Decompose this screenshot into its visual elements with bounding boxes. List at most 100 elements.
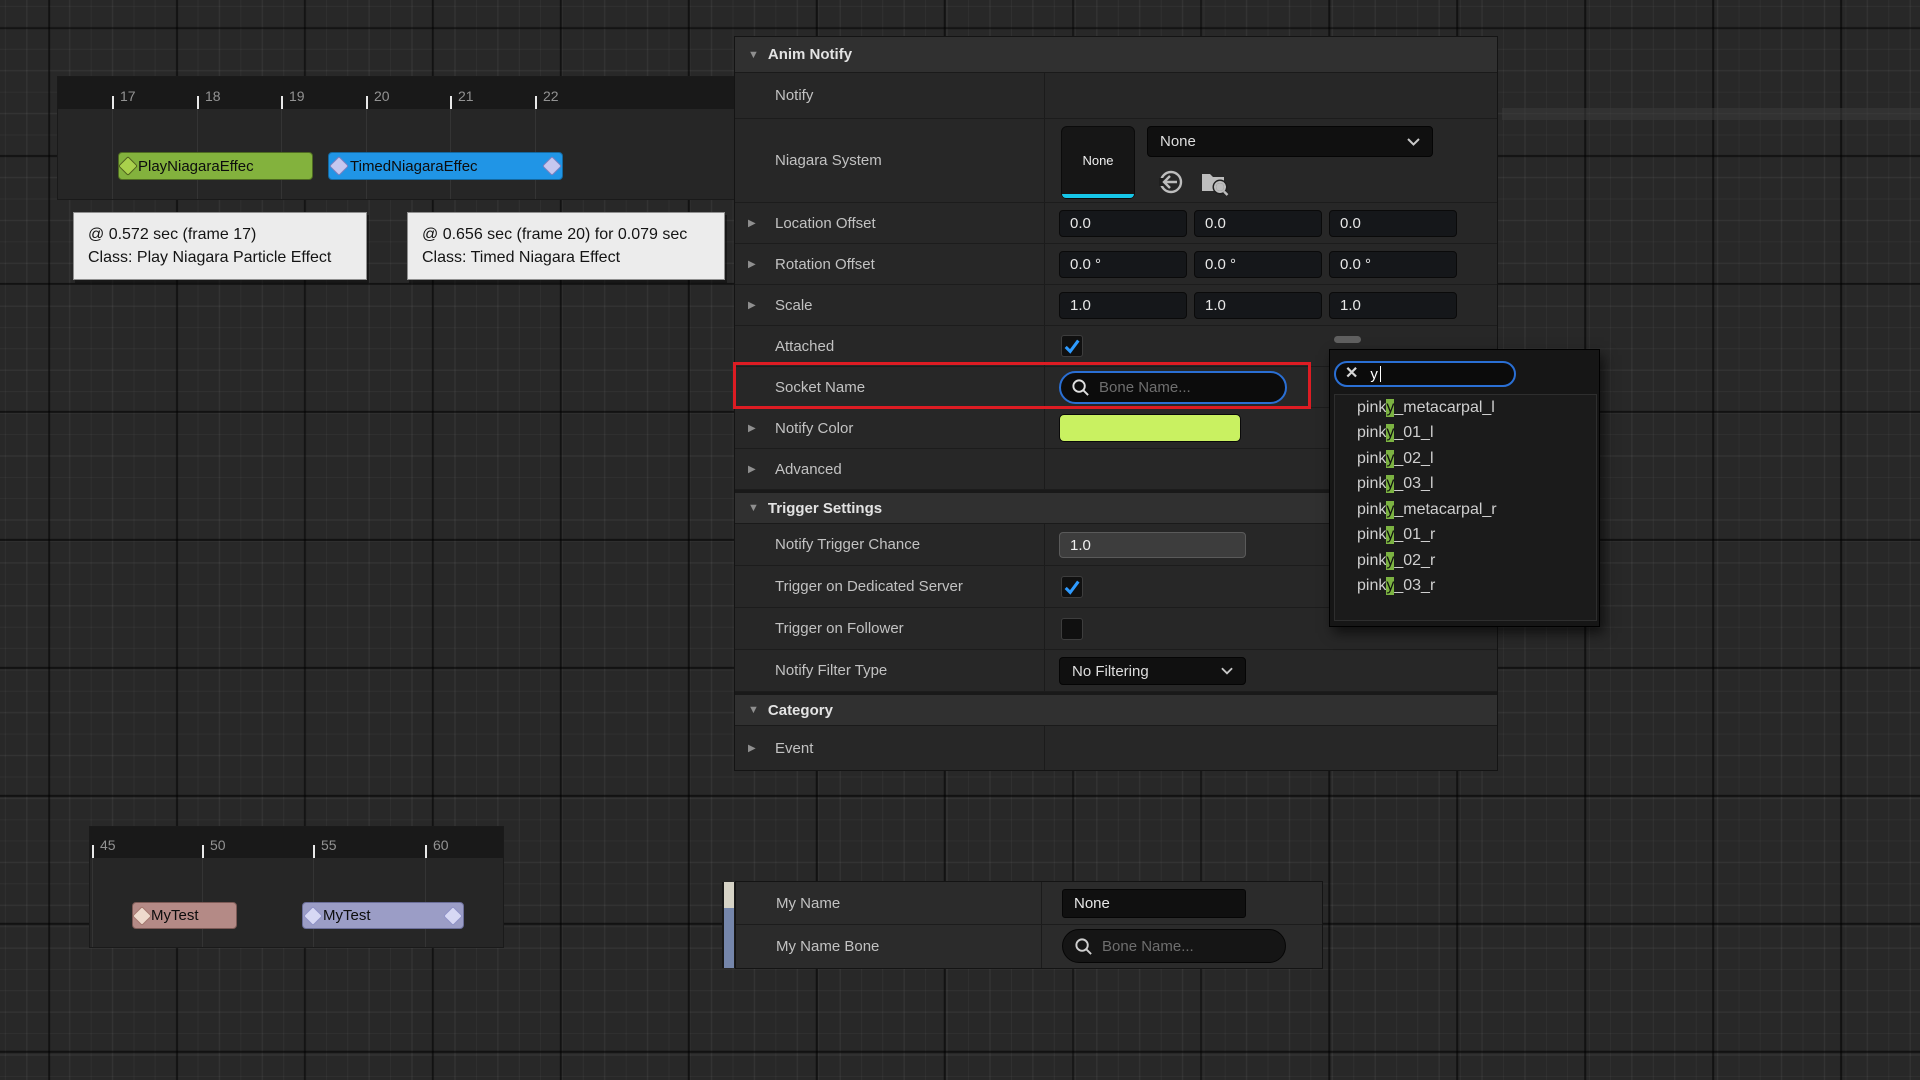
notify-timed-niagara[interactable]: TimedNiagaraEffec [328,152,563,180]
row-scale[interactable]: ▶ Scale 1.0 1.0 1.0 [735,285,1497,326]
row-label: Scale [775,297,813,314]
frame-label: 22 [543,88,559,104]
notify-color-swatch[interactable] [1059,414,1241,442]
rotation-x-field[interactable]: 0.0 ° [1059,251,1187,278]
notify-mytest-1[interactable]: MyTest [132,902,237,929]
bone-list-item[interactable]: pinky_metacarpal_r [1335,497,1596,523]
expander-icon[interactable]: ▶ [748,218,756,229]
frame-tick [202,845,204,858]
tooltip-class: Class: Timed Niagara Effect [422,246,710,269]
row-label: Notify Color [775,420,853,437]
row-label: Location Offset [775,215,876,232]
row-rotation-offset[interactable]: ▶ Rotation Offset 0.0 ° 0.0 ° 0.0 ° [735,244,1497,285]
row-notify-filter-type[interactable]: Notify Filter Type No Filtering [735,650,1497,692]
section-anim-notify[interactable]: ▼ Anim Notify [735,37,1497,73]
bone-list-item[interactable]: pinky_01_l [1335,421,1596,447]
my-name-field[interactable]: None [1062,889,1246,918]
bone-list-item[interactable]: pinky_02_l [1335,446,1596,472]
row-label: Event [775,740,813,757]
frame-label: 20 [374,88,390,104]
item-text: _03_l [1394,475,1433,493]
row-label: Notify Trigger Chance [775,536,920,553]
frame-tick [112,96,114,109]
frame-tick [281,96,283,109]
asset-type-color-bar [1062,194,1134,198]
row-niagara-system[interactable]: Niagara System None None [735,119,1497,203]
rotation-z-field[interactable]: 0.0 ° [1329,251,1457,278]
row-my-name-bone[interactable]: My Name Bone Bone Name... [736,925,1322,968]
expander-icon[interactable]: ▶ [748,464,756,475]
frame-label: 18 [205,88,221,104]
asset-thumbnail[interactable]: None [1061,126,1135,199]
niagara-asset-dropdown[interactable]: None [1147,126,1433,157]
bone-list[interactable]: pinky_metacarpal_l pinky_01_l pinky_02_l… [1334,394,1597,621]
location-x-field[interactable]: 0.0 [1059,210,1187,237]
row-notify[interactable]: Notify [735,73,1497,119]
dropdown-grip [1334,336,1361,343]
frame-label: 17 [120,88,136,104]
grid-line [112,109,113,199]
notify-handle-icon[interactable] [303,906,323,926]
frame-tick [313,845,315,858]
collapse-arrow-icon[interactable]: ▼ [748,502,759,514]
row-label: Niagara System [775,152,882,169]
notify-filter-type-dropdown[interactable]: No Filtering [1059,657,1246,685]
trigger-chance-field[interactable]: 1.0 [1059,532,1246,558]
notify-handle-icon[interactable] [329,156,349,176]
location-z-field[interactable]: 0.0 [1329,210,1457,237]
bone-list-item[interactable]: pinky_03_r [1335,574,1596,600]
dedicated-server-checkbox[interactable] [1061,576,1083,598]
row-label: My Name [776,895,840,912]
bone-search-input[interactable]: ✕ y [1334,361,1516,387]
bone-list-item[interactable]: pinky_03_l [1335,472,1596,498]
notify-handle-icon[interactable] [542,156,562,176]
scale-z-field[interactable]: 1.0 [1329,292,1457,319]
notify-track-top[interactable]: 17 18 19 20 21 22 PlayNiagaraEffec Timed… [58,77,737,199]
notify-track-bottom[interactable]: 45 50 55 60 MyTest MyTest [90,827,503,947]
notify-handle-icon[interactable] [443,906,463,926]
section-category[interactable]: ▼ Category [735,695,1497,726]
notify-handle-icon[interactable] [132,906,152,926]
bone-list-item[interactable]: pinky_02_r [1335,548,1596,574]
row-label: My Name Bone [776,938,879,955]
scale-y-field[interactable]: 1.0 [1194,292,1322,319]
location-y-field[interactable]: 0.0 [1194,210,1322,237]
scroll-indicator-bottom [724,908,734,968]
item-text: _metacarpal_r [1394,501,1496,519]
expander-icon[interactable]: ▶ [748,259,756,270]
item-text: pink [1357,450,1386,468]
attached-checkbox[interactable] [1061,335,1083,357]
notify-tooltip-play: @ 0.572 sec (frame 17) Class: Play Niaga… [73,212,367,280]
frame-ruler-top[interactable] [58,77,737,109]
expander-icon[interactable]: ▶ [748,423,756,434]
expander-icon[interactable]: ▶ [748,743,756,754]
row-event[interactable]: ▶ Event [735,726,1497,770]
item-text: _metacarpal_l [1394,399,1495,417]
browse-to-asset-button[interactable] [1199,168,1229,196]
my-name-bone-search-input[interactable]: Bone Name... [1062,929,1286,963]
row-my-name[interactable]: My Name None [736,882,1322,925]
notify-mytest-2[interactable]: MyTest [302,902,464,929]
selected-asset: None [1160,133,1196,150]
frame-label: 21 [458,88,474,104]
frame-tick [425,845,427,858]
background-panel-edge [1502,108,1920,120]
use-selected-asset-button[interactable] [1157,168,1185,196]
bone-list-item[interactable]: pinky_01_r [1335,523,1596,549]
bone-search-text: y [1370,366,1378,383]
scale-x-field[interactable]: 1.0 [1059,292,1187,319]
frame-label: 45 [100,837,116,853]
clear-search-icon[interactable]: ✕ [1345,366,1358,382]
collapse-arrow-icon[interactable]: ▼ [748,704,759,716]
notify-handle-icon[interactable] [118,156,138,176]
follower-checkbox[interactable] [1061,618,1083,640]
bone-list-item[interactable]: pinky_metacarpal_l [1335,395,1596,421]
tooltip-time: @ 0.656 sec (frame 20) for 0.079 sec [422,223,710,246]
notify-play-niagara[interactable]: PlayNiagaraEffec [118,152,313,180]
row-location-offset[interactable]: ▶ Location Offset 0.0 0.0 0.0 [735,203,1497,244]
expander-icon[interactable]: ▶ [748,300,756,311]
scroll-indicator[interactable] [722,882,736,968]
collapse-arrow-icon[interactable]: ▼ [748,49,759,61]
item-text: _03_r [1394,577,1435,595]
rotation-y-field[interactable]: 0.0 ° [1194,251,1322,278]
